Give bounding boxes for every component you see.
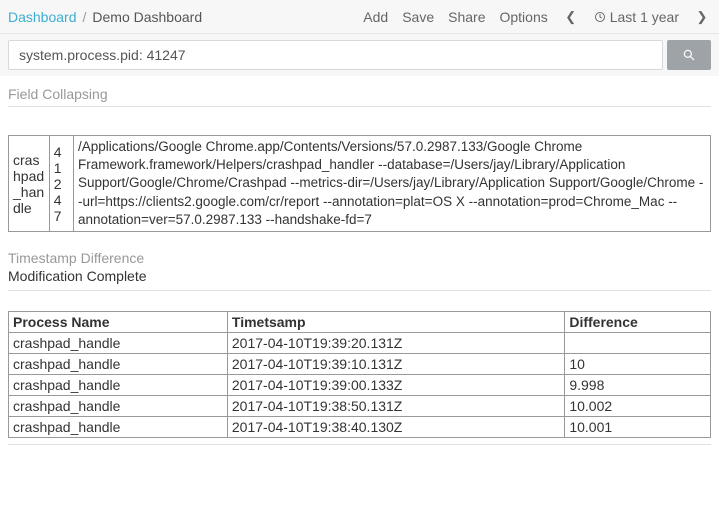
search-button[interactable]	[667, 40, 711, 70]
cell-command: /Applications/Google Chrome.app/Contents…	[74, 136, 711, 232]
share-button[interactable]: Share	[448, 9, 485, 25]
panel-divider	[8, 444, 711, 445]
cell-process-name: crashpad_handle	[9, 136, 50, 232]
timerange-label: Last 1 year	[610, 9, 679, 25]
table-row: crashpad_handle2017-04-10T19:39:10.131Z1…	[9, 354, 711, 375]
cell-process-name: crashpad_handle	[9, 375, 228, 396]
chevron-right-icon[interactable]: ❯	[693, 9, 711, 25]
page-header: Dashboard / Demo Dashboard Add Save Shar…	[0, 0, 719, 34]
status-text: Modification Complete	[0, 266, 719, 288]
timestamp-table: Process Name Timetsamp Difference crashp…	[8, 311, 711, 438]
add-button[interactable]: Add	[363, 9, 388, 25]
breadcrumb-separator: /	[83, 9, 87, 25]
save-button[interactable]: Save	[402, 9, 434, 25]
field-collapsing-panel: crashpad_handle 41247 /Applications/Goog…	[8, 135, 711, 232]
cell-process-name: crashpad_handle	[9, 354, 228, 375]
process-detail-table: crashpad_handle 41247 /Applications/Goog…	[8, 135, 711, 232]
cell-difference: 10.001	[565, 417, 711, 438]
clock-icon	[594, 11, 606, 23]
cell-timestamp: 2017-04-10T19:39:00.133Z	[227, 375, 564, 396]
table-row: crashpad_handle2017-04-10T19:39:20.131Z	[9, 333, 711, 354]
breadcrumb-current: Demo Dashboard	[92, 9, 202, 25]
table-row: crashpad_handle 41247 /Applications/Goog…	[9, 136, 711, 232]
col-header-difference: Difference	[565, 312, 711, 333]
search-input[interactable]	[8, 40, 663, 70]
cell-difference: 9.998	[565, 375, 711, 396]
table-row: crashpad_handle2017-04-10T19:39:00.133Z9…	[9, 375, 711, 396]
cell-process-name: crashpad_handle	[9, 396, 228, 417]
options-button[interactable]: Options	[499, 9, 547, 25]
cell-timestamp: 2017-04-10T19:38:50.131Z	[227, 396, 564, 417]
header-actions: Add Save Share Options ❮ Last 1 year ❯	[363, 9, 711, 25]
col-header-process-name: Process Name	[9, 312, 228, 333]
cell-difference: 10	[565, 354, 711, 375]
cell-difference	[565, 333, 711, 354]
table-row: crashpad_handle2017-04-10T19:38:40.130Z1…	[9, 417, 711, 438]
timestamp-difference-panel: Process Name Timetsamp Difference crashp…	[8, 311, 711, 438]
breadcrumb: Dashboard / Demo Dashboard	[8, 9, 363, 25]
chevron-left-icon[interactable]: ❮	[562, 9, 580, 25]
cell-timestamp: 2017-04-10T19:38:40.130Z	[227, 417, 564, 438]
breadcrumb-root-link[interactable]: Dashboard	[8, 9, 77, 25]
panel-divider	[8, 106, 711, 107]
cell-timestamp: 2017-04-10T19:39:10.131Z	[227, 354, 564, 375]
panel-title-timestamp-difference: Timestamp Difference	[0, 232, 719, 266]
table-header-row: Process Name Timetsamp Difference	[9, 312, 711, 333]
col-header-timestamp: Timetsamp	[227, 312, 564, 333]
search-icon	[682, 48, 696, 62]
cell-timestamp: 2017-04-10T19:39:20.131Z	[227, 333, 564, 354]
cell-pid: 41247	[49, 136, 73, 232]
timerange-picker[interactable]: Last 1 year	[594, 9, 679, 25]
cell-process-name: crashpad_handle	[9, 333, 228, 354]
panel-title-field-collapsing: Field Collapsing	[0, 76, 719, 104]
search-bar	[0, 34, 719, 76]
table-row: crashpad_handle2017-04-10T19:38:50.131Z1…	[9, 396, 711, 417]
cell-difference: 10.002	[565, 396, 711, 417]
panel-divider	[8, 290, 711, 291]
cell-process-name: crashpad_handle	[9, 417, 228, 438]
